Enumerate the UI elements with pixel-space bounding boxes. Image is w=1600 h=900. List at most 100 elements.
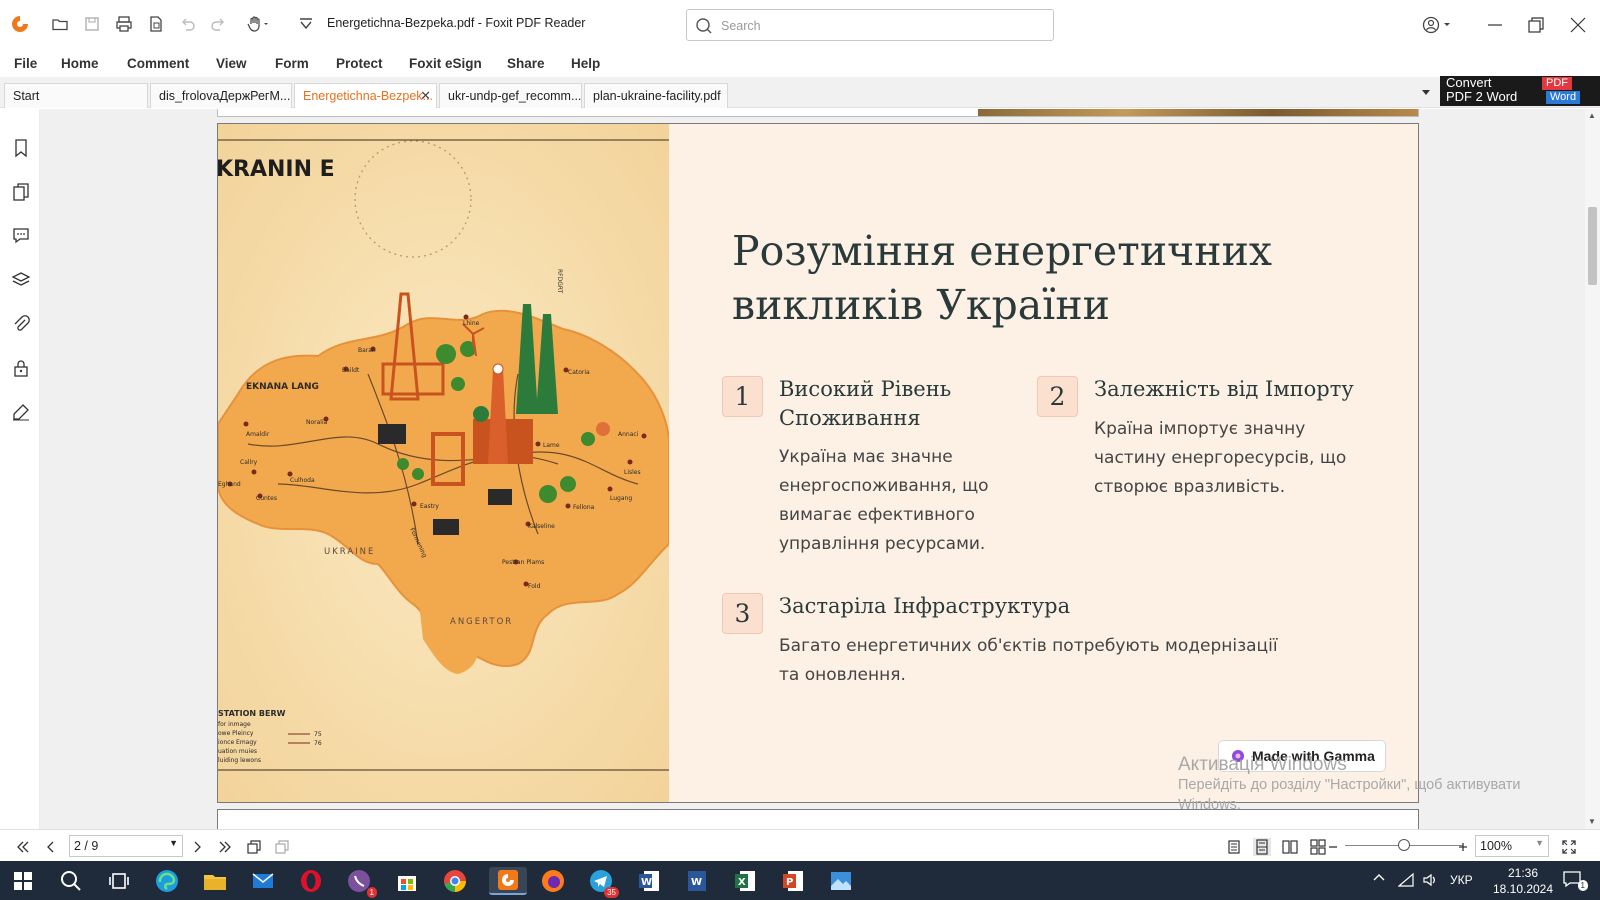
page-dropdown-icon[interactable]: ▼ <box>169 838 178 848</box>
task-view-icon[interactable] <box>105 867 133 895</box>
zoom-slider-thumb[interactable] <box>1398 839 1410 851</box>
pdf-page: KRANIN E EKNANA LANG UKRAINE ANGERTOR ST… <box>217 123 1419 803</box>
print-icon[interactable] <box>112 12 136 36</box>
signature-pen-icon[interactable] <box>10 401 32 423</box>
map-legend-value: 75 <box>314 731 322 738</box>
tab-dis-frolova[interactable]: dis_frolovaДержРегM... <box>150 83 292 108</box>
layers-icon[interactable] <box>10 269 32 291</box>
fullscreen-icon[interactable] <box>1560 838 1578 856</box>
save-icon[interactable] <box>80 12 104 36</box>
security-lock-icon[interactable] <box>10 357 32 379</box>
volume-icon[interactable] <box>1422 872 1438 891</box>
taskbar-search-icon[interactable] <box>57 867 85 895</box>
comments-icon[interactable] <box>10 224 32 246</box>
menu-comment[interactable]: Comment <box>127 56 189 71</box>
vertical-scrollbar[interactable]: ▲ ▼ <box>1585 109 1600 829</box>
last-page-icon[interactable] <box>216 838 234 856</box>
map-city-label: Eastry <box>420 503 439 510</box>
hand-tool-icon[interactable] <box>242 12 274 36</box>
menu-share[interactable]: Share <box>507 56 545 71</box>
notification-center-icon[interactable]: 1 <box>1562 869 1588 893</box>
made-with-gamma-badge[interactable]: Made with Gamma <box>1218 740 1386 772</box>
chrome-browser-icon[interactable] <box>441 867 469 895</box>
show-hidden-icons-icon[interactable] <box>1372 871 1386 888</box>
customize-quick-access-icon[interactable] <box>294 12 318 36</box>
scrollbar-thumb[interactable] <box>1588 207 1597 285</box>
bookmark-icon[interactable] <box>10 137 32 159</box>
search-input[interactable] <box>721 16 1041 36</box>
tabs-list-dropdown-icon[interactable] <box>1420 86 1432 98</box>
input-language-indicator[interactable]: УКР <box>1450 873 1473 887</box>
menu-form[interactable]: Form <box>275 56 309 71</box>
previous-view-icon[interactable] <box>245 838 263 856</box>
menu-file[interactable]: File <box>14 56 37 71</box>
item-title: Застаріла Інфраструктура <box>779 594 1071 618</box>
menu-home[interactable]: Home <box>61 56 99 71</box>
taskbar-clock[interactable]: 21:36 18.10.2024 <box>1488 865 1558 897</box>
viber-icon[interactable]: 1 <box>345 867 377 898</box>
edge-browser-icon[interactable] <box>153 867 181 895</box>
next-view-icon[interactable] <box>273 838 291 856</box>
facing-view-icon[interactable] <box>1281 838 1299 856</box>
zoom-out-icon[interactable] <box>1327 838 1339 856</box>
firefox-browser-icon[interactable] <box>539 867 567 895</box>
first-page-icon[interactable] <box>14 838 32 856</box>
menu-view[interactable]: View <box>216 56 247 71</box>
account-icon[interactable] <box>1417 12 1457 38</box>
continuous-view-icon[interactable] <box>1253 838 1271 856</box>
scroll-down-arrow-icon[interactable]: ▼ <box>1588 817 1596 826</box>
menu-protect[interactable]: Protect <box>336 56 383 71</box>
tab-start[interactable]: Start <box>4 83 148 108</box>
single-page-view-icon[interactable] <box>1225 838 1243 856</box>
scroll-up-arrow-icon[interactable]: ▲ <box>1588 111 1596 120</box>
word-icon[interactable]: W <box>635 867 663 895</box>
word-document-icon[interactable]: W <box>683 867 711 895</box>
menu-help[interactable]: Help <box>571 56 600 71</box>
clock-time: 21:36 <box>1507 866 1539 880</box>
foxit-reader-taskbar-icon[interactable] <box>489 867 527 895</box>
undo-icon[interactable] <box>176 12 200 36</box>
excel-icon[interactable]: X <box>731 867 759 895</box>
photos-icon[interactable] <box>827 867 855 895</box>
open-icon[interactable] <box>48 12 72 36</box>
network-icon[interactable] <box>1397 872 1414 891</box>
redo-icon[interactable] <box>206 12 230 36</box>
clock-date: 18.10.2024 <box>1492 882 1554 896</box>
page-number-value: 2 / 9 <box>74 839 99 853</box>
foxit-logo-icon[interactable] <box>10 14 30 34</box>
opera-browser-icon[interactable] <box>297 867 325 895</box>
zoom-in-icon[interactable] <box>1457 838 1469 856</box>
create-pdf-icon[interactable] <box>144 12 168 36</box>
windows-start-icon[interactable] <box>9 867 37 895</box>
previous-page-icon[interactable] <box>42 838 60 856</box>
document-viewer[interactable]: KRANIN E EKNANA LANG UKRAINE ANGERTOR ST… <box>40 109 1585 829</box>
left-navigation-panel: ▶ <box>0 109 50 829</box>
minimize-button[interactable] <box>1482 12 1508 38</box>
zoom-dropdown-icon[interactable]: ▼ <box>1535 838 1544 848</box>
map-city-label: Catoria <box>568 369 590 376</box>
tab-plan-ukraine-facility[interactable]: plan-ukraine-facility.pdf <box>584 83 728 108</box>
map-city-label: Cuntes <box>256 495 277 502</box>
zoom-level-input[interactable]: 100% ▼ <box>1475 835 1549 857</box>
menu-foxit-esign[interactable]: Foxit eSign <box>409 56 482 71</box>
close-tab-icon[interactable]: ✕ <box>420 88 431 104</box>
pages-thumbnail-icon[interactable] <box>10 181 32 203</box>
microsoft-store-icon[interactable] <box>393 867 421 895</box>
telegram-icon[interactable]: 35 <box>587 867 619 898</box>
convert-pdf-to-word-ad[interactable]: Convert PDF 2 Word PDF Word <box>1440 76 1600 106</box>
restore-button[interactable] <box>1523 12 1549 38</box>
powerpoint-icon[interactable]: P <box>779 867 807 895</box>
next-page-icon[interactable] <box>188 838 206 856</box>
search-box[interactable] <box>686 9 1054 41</box>
page-number-input[interactable]: 2 / 9 ▼ <box>69 835 183 857</box>
file-explorer-icon[interactable] <box>201 867 229 895</box>
continuous-facing-view-icon[interactable] <box>1309 838 1327 856</box>
map-city-label: Lhine <box>463 320 480 327</box>
tab-ukr-undp-gef[interactable]: ukr-undp-gef_recomm... <box>439 83 582 108</box>
tab-label: plan-ukraine-facility.pdf <box>593 89 721 103</box>
map-city-label: Fellona <box>573 504 595 511</box>
attachments-icon[interactable] <box>10 313 32 335</box>
mail-icon[interactable] <box>249 867 277 895</box>
tab-energetichna-bezpeka[interactable]: Energetichna-Bezpek... ✕ <box>294 83 437 108</box>
close-button[interactable] <box>1565 12 1591 38</box>
